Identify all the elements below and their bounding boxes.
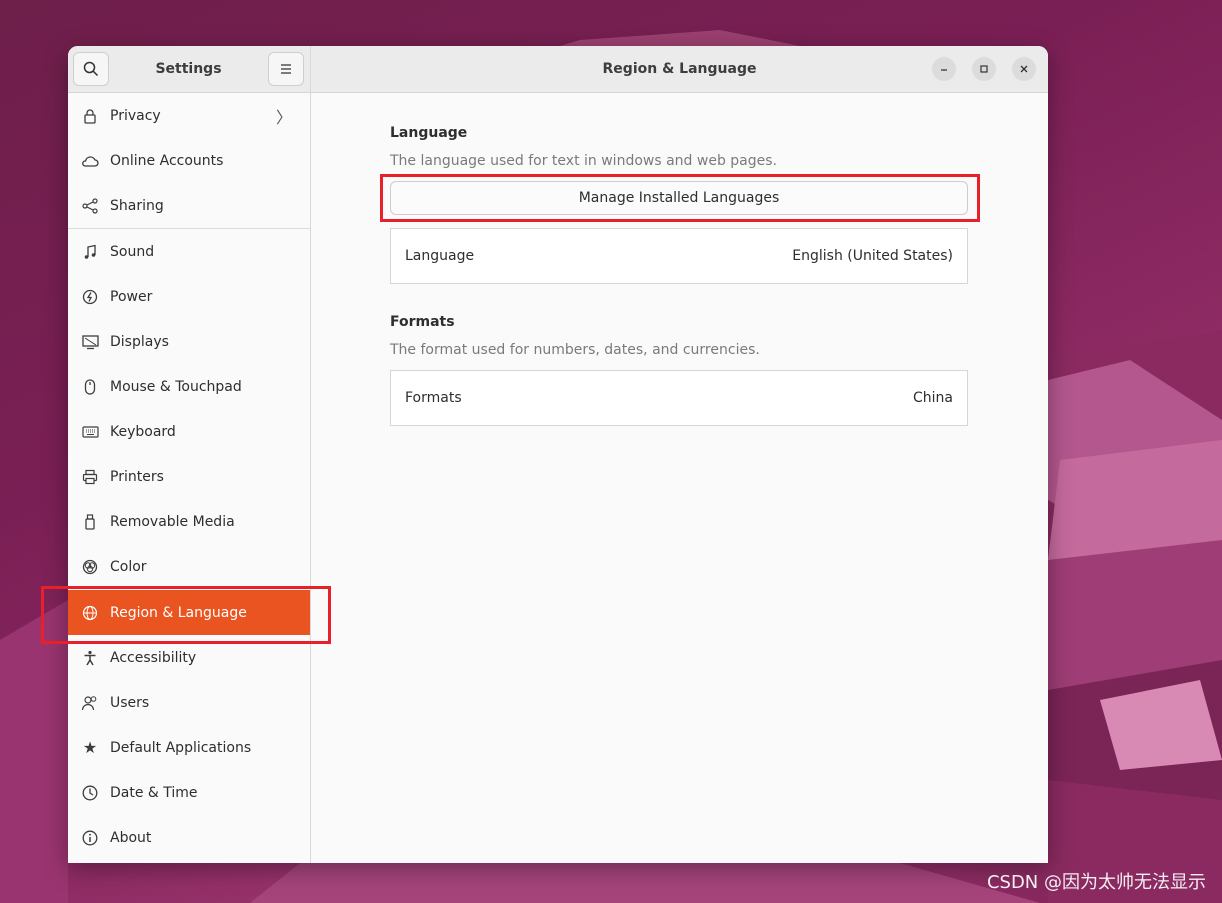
formats-row-label: Formats [405,390,462,406]
clock-icon [80,783,100,803]
sidebar-item-default-applications[interactable]: ★ Default Applications [68,725,310,770]
settings-window: Settings Privacy 〉 Online Accounts Shari… [68,46,1048,863]
language-section-title: Language [390,125,468,141]
sidebar-item-label: About [110,829,152,846]
sidebar-item-displays[interactable]: Displays [68,319,310,364]
sidebar-item-label: Sound [110,243,155,260]
page-title: Region & Language [602,61,757,77]
language-section-description: The language used for text in windows an… [390,153,777,169]
accessibility-icon [80,648,100,668]
info-icon [80,828,100,848]
mouse-icon [80,377,100,397]
sidebar-item-color[interactable]: Color [68,544,310,589]
cloud-icon [80,151,100,171]
sidebar-item-label: Printers [110,468,164,485]
sidebar-item-label: Date & Time [110,784,198,801]
language-row[interactable]: Language English (United States) [390,228,968,284]
search-button[interactable] [73,52,109,86]
formats-row[interactable]: Formats China [390,370,968,426]
formats-section-title: Formats [390,314,455,330]
sidebar-item-label: Users [110,694,150,711]
share-icon [80,196,100,216]
sidebar-item-about[interactable]: About [68,815,310,860]
sidebar-item-power[interactable]: Power [68,274,310,319]
sidebar-item-label: Online Accounts [110,152,224,169]
maximize-icon [980,65,988,73]
minimize-icon [941,69,947,71]
globe-icon [80,603,100,623]
sidebar-item-users[interactable]: Users [68,680,310,725]
sidebar-item-label: Removable Media [110,513,235,530]
minimize-button[interactable] [932,57,956,81]
sidebar-item-label: Sharing [110,197,164,214]
sidebar-item-online-accounts[interactable]: Online Accounts [68,138,310,183]
content-header: Region & Language [311,46,1048,93]
formats-section-description: The format used for numbers, dates, and … [390,342,760,358]
sidebar-item-printers[interactable]: Printers [68,454,310,499]
sidebar-item-label: Color [110,558,147,575]
sidebar-item-label: Mouse & Touchpad [110,378,242,395]
close-button[interactable] [1012,57,1036,81]
sidebar-item-region-language[interactable]: Region & Language [68,590,310,635]
sidebar-item-removable-media[interactable]: Removable Media [68,499,310,544]
users-icon [80,693,100,713]
watermark: CSDN @因为太帅无法显示 [986,872,1206,893]
star-icon: ★ [82,738,98,757]
main-content: Language The language used for text in w… [311,93,1048,426]
sidebar-item-keyboard[interactable]: Keyboard [68,409,310,454]
sidebar-item-label: Accessibility [110,649,197,666]
window-controls [932,57,1036,81]
sidebar-item-label: Region & Language [110,604,247,621]
sidebar-menu: Privacy 〉 Online Accounts Sharing Sound … [68,93,310,863]
color-icon [80,557,100,577]
formats-row-value: China [913,390,953,406]
close-icon [1020,65,1028,73]
sidebar-item-privacy[interactable]: Privacy 〉 [68,93,310,138]
usb-drive-icon [80,512,100,532]
keyboard-icon [80,422,100,442]
hamburger-menu-icon [281,64,291,74]
sidebar-item-label: Privacy [110,107,161,124]
sidebar-header: Settings [68,46,310,93]
sidebar-item-date-time[interactable]: Date & Time [68,770,310,815]
content-pane: Region & Language Language The language … [311,46,1048,863]
search-icon [83,61,99,77]
menu-button[interactable] [268,52,304,86]
language-row-value: English (United States) [792,248,953,264]
sidebar-item-sound[interactable]: Sound [68,229,310,274]
sidebar-item-mouse-touchpad[interactable]: Mouse & Touchpad [68,364,310,409]
sidebar-item-label: Keyboard [110,423,176,440]
sidebar-item-accessibility[interactable]: Accessibility [68,635,310,680]
sidebar-item-sharing[interactable]: Sharing [68,183,310,228]
manage-installed-languages-button[interactable]: Manage Installed Languages [390,181,968,215]
sidebar-item-label: Default Applications [110,739,252,756]
chevron-right-icon: 〉 [275,107,292,127]
language-row-label: Language [405,248,475,264]
sidebar: Settings Privacy 〉 Online Accounts Shari… [68,46,311,863]
sidebar-item-label: Power [110,288,153,305]
sidebar-title: Settings [155,61,222,77]
sidebar-item-label: Displays [110,333,169,350]
printer-icon [80,467,100,487]
maximize-button[interactable] [972,57,996,81]
display-icon [80,332,100,352]
lock-icon [80,106,100,126]
music-note-icon [80,242,100,262]
power-icon [80,287,100,307]
